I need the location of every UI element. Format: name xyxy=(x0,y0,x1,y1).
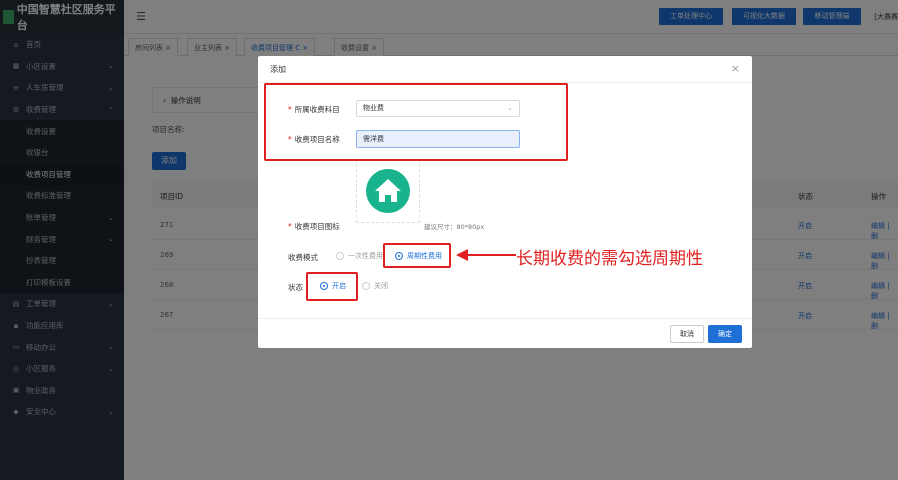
radio-label: 一次性费用 xyxy=(348,252,383,260)
annotation-arrow-icon xyxy=(456,249,516,261)
highlight-box-periodic xyxy=(383,243,451,268)
confirm-button[interactable]: 确定 xyxy=(708,325,742,343)
highlight-box-status xyxy=(306,272,358,301)
radio-dot xyxy=(362,282,370,290)
house-icon xyxy=(366,169,410,213)
highlight-box-fields xyxy=(264,83,568,161)
annotation-text: 长期收费的需勾选周期性 xyxy=(516,249,703,269)
mode-once-radio[interactable]: 一次性费用 xyxy=(336,251,383,261)
radio-dot xyxy=(336,252,344,260)
icon-label: * 收费项目图标 xyxy=(288,222,340,231)
radio-label: 关闭 xyxy=(374,282,388,290)
icon-label-text: 收费项目图标 xyxy=(294,222,340,231)
modal-title: 添加 xyxy=(258,56,752,83)
close-icon[interactable]: × xyxy=(731,62,740,75)
icon-upload[interactable] xyxy=(356,159,420,223)
status-off-radio[interactable]: 关闭 xyxy=(362,281,388,291)
mode-label: 收费模式 xyxy=(288,253,318,262)
status-label: 状态 xyxy=(288,283,303,292)
modal-footer: 取消 确定 xyxy=(258,318,752,348)
icon-size-hint: 建议尺寸：80*80px xyxy=(424,223,485,231)
cancel-button[interactable]: 取消 xyxy=(670,325,704,343)
